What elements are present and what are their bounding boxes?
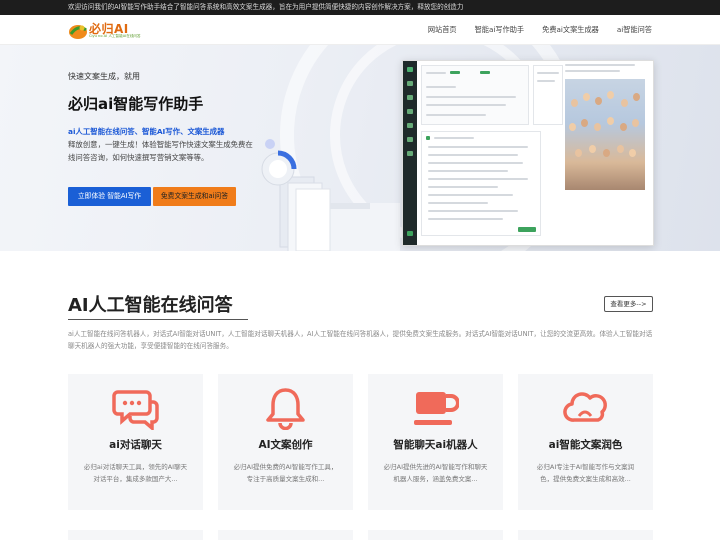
feature-card-chat-robot[interactable]: 智能聊天ai机器人 必归AI提供先进的AI智能写作和聊天机器人服务，涵盖免费文案… (368, 374, 503, 510)
hero-kicker: 快速文案生成，就用 (68, 72, 140, 81)
card-text: 必归AI专注于AI智能写作与文案润色，提供免费文案生成和高效... (536, 463, 635, 483)
free-copy-qa-button[interactable]: 免费文案生成和ai问答 (153, 187, 236, 206)
section-title: AI人工智能在线问答 (68, 295, 233, 316)
hero-description: 释放创意，一键生成！体验智能写作快速文案生成免费在线问答咨询，如何快速撰写营销文… (68, 140, 253, 162)
logo-subtitle: Ciyu no AI 人工智能AI在线问答 (89, 34, 141, 38)
feature-card-row2 (368, 530, 503, 540)
image-caption-lines (565, 62, 645, 76)
site-logo[interactable]: 必归AI Ciyu no AI 人工智能AI在线问答 (68, 21, 141, 41)
view-more-button[interactable]: 查看更多--> (604, 296, 653, 312)
nav-links: 网站首页 智能ai写作助手 免费ai文案生成器 ai智能问答 (428, 15, 652, 45)
nav-ai-qa[interactable]: ai智能问答 (617, 15, 652, 45)
try-ai-writing-button[interactable]: 立即体验 智能AI写作 (68, 187, 151, 206)
card-title: ai对话聊天 (109, 439, 162, 451)
feature-card-row2 (218, 530, 353, 540)
card-title: AI文案创作 (258, 439, 313, 451)
bell-icon (266, 388, 305, 430)
hero-title: 必归ai智能写作助手 (68, 95, 204, 113)
hero-highlight: ai人工智能在线问答、智能AI写作、文案生成器 (68, 127, 225, 136)
top-announcement-bar: 欢迎访问我们的AI智能写作助手结合了智能问答系统和高效文案生成器，旨在为用户提供… (0, 0, 720, 15)
ai-generated-image (565, 79, 645, 190)
nav-copy-generator[interactable]: 免费ai文案生成器 (542, 15, 599, 45)
nav-home[interactable]: 网站首页 (428, 15, 457, 45)
title-underline (68, 319, 248, 320)
chat-bubbles-icon (112, 390, 159, 430)
section-description: ai人工智能在线问答机器人，对话式AI智能对话UNIT，人工智能对话聊天机器人，… (68, 330, 653, 350)
card-text: 必归ai对话聊天工具，领先的AI聊天对话平台，集成多款国产大... (83, 463, 188, 483)
hero-3d-illustration (261, 139, 400, 251)
feature-card-ai-copywriting[interactable]: AI文案创作 必归AI提供免费的AI智能写作工具，专注于高质量文案生成和... (218, 374, 353, 510)
nav-ai-writing[interactable]: 智能ai写作助手 (475, 15, 525, 45)
cloud-icon (563, 392, 607, 422)
feature-card-row2 (518, 530, 653, 540)
card-title: 智能聊天ai机器人 (393, 439, 478, 451)
header-nav: 必归AI Ciyu no AI 人工智能AI在线问答 网站首页 智能ai写作助手… (0, 15, 720, 45)
feature-card-row2 (68, 530, 203, 540)
card-text: 必归AI提供先进的AI智能写作和聊天机器人服务，涵盖免费文案... (383, 463, 488, 483)
feature-card-copy-polish[interactable]: ai智能文案润色 必归AI专注于AI智能写作与文案润色，提供免费文案生成和高效.… (518, 374, 653, 510)
card-title: ai智能文案润色 (548, 439, 623, 451)
hero-banner: 快速文案生成，就用 必归ai智能写作助手 ai人工智能在线问答、智能AI写作、文… (0, 45, 720, 251)
card-text: 必归AI提供免费的AI智能写作工具，专注于高质量文案生成和... (233, 463, 338, 483)
logo-icon (69, 25, 87, 39)
feature-card-ai-chat[interactable]: ai对话聊天 必归ai对话聊天工具，领先的AI聊天对话平台，集成多款国产大... (68, 374, 203, 510)
app-sidebar (403, 61, 417, 245)
coffee-cup-icon (414, 392, 459, 425)
